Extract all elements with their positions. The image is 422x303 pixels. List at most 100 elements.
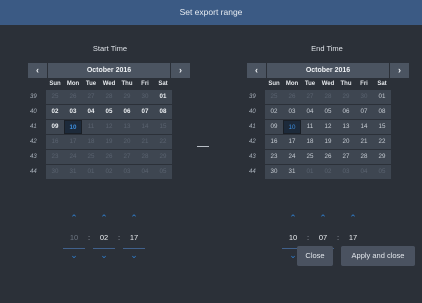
day-cell[interactable]: 29 [373,150,391,164]
day-cell[interactable]: 11 [301,120,319,134]
day-cell[interactable]: 18 [301,135,319,149]
day-cell[interactable]: 15 [154,120,172,134]
day-cell[interactable]: 12 [100,120,118,134]
day-cell[interactable]: 13 [118,120,136,134]
day-cell[interactable]: 14 [136,120,154,134]
hour-up-button[interactable]: ⌃ [63,212,85,225]
day-cell[interactable]: 17 [283,135,301,149]
day-cell[interactable]: 09 [46,120,64,134]
day-cell[interactable]: 08 [373,105,391,119]
day-cell[interactable]: 05 [373,165,391,179]
day-cell[interactable]: 30 [355,90,373,104]
day-cell[interactable]: 21 [136,135,154,149]
day-cell[interactable]: 26 [64,90,82,104]
day-cell[interactable]: 01 [154,90,172,104]
hour-input[interactable]: 10 [63,231,85,249]
day-cell[interactable]: 03 [337,165,355,179]
day-cell[interactable]: 05 [100,105,118,119]
minute-down-button[interactable]: ⌄ [93,249,115,262]
day-cell[interactable]: 26 [100,150,118,164]
day-cell[interactable]: 22 [373,135,391,149]
second-input[interactable]: 17 [123,231,145,249]
prev-month-button[interactable]: ‹ [247,63,266,78]
day-cell[interactable]: 29 [118,90,136,104]
day-cell[interactable]: 04 [136,165,154,179]
day-cell[interactable]: 29 [337,90,355,104]
day-cell[interactable]: 03 [283,105,301,119]
day-cell[interactable]: 23 [265,150,283,164]
day-cell[interactable]: 07 [136,105,154,119]
day-cell[interactable]: 30 [136,90,154,104]
day-cell[interactable]: 05 [319,105,337,119]
day-cell[interactable]: 08 [154,105,172,119]
day-cell[interactable]: 02 [319,165,337,179]
day-cell[interactable]: 27 [118,150,136,164]
day-cell[interactable]: 25 [46,90,64,104]
day-cell[interactable]: 16 [265,135,283,149]
day-cell[interactable]: 19 [319,135,337,149]
day-cell[interactable]: 12 [319,120,337,134]
day-cell[interactable]: 26 [283,90,301,104]
day-cell[interactable]: 03 [118,165,136,179]
day-cell[interactable]: 30 [46,165,64,179]
day-cell[interactable]: 20 [337,135,355,149]
day-cell[interactable]: 28 [355,150,373,164]
day-cell-selected[interactable]: 10 [283,120,301,134]
day-cell[interactable]: 28 [136,150,154,164]
day-cell[interactable]: 27 [82,90,100,104]
day-cell[interactable]: 31 [283,165,301,179]
day-cell[interactable]: 04 [301,105,319,119]
day-cell[interactable]: 04 [355,165,373,179]
day-cell[interactable]: 28 [100,90,118,104]
day-cell[interactable]: 26 [319,150,337,164]
day-cell[interactable]: 31 [64,165,82,179]
month-label[interactable]: October 2016 [267,63,389,78]
day-cell[interactable]: 01 [301,165,319,179]
hour-up-button[interactable]: ⌃ [282,212,304,225]
second-up-button[interactable]: ⌃ [342,212,364,225]
minute-up-button[interactable]: ⌃ [312,212,334,225]
day-cell[interactable]: 24 [64,150,82,164]
day-cell[interactable]: 16 [46,135,64,149]
day-cell[interactable]: 01 [373,90,391,104]
day-cell[interactable]: 02 [46,105,64,119]
day-cell[interactable]: 22 [154,135,172,149]
day-cell[interactable]: 24 [283,150,301,164]
day-cell-selected[interactable]: 10 [64,120,82,134]
day-cell[interactable]: 11 [82,120,100,134]
day-cell[interactable]: 18 [82,135,100,149]
day-cell[interactable]: 23 [46,150,64,164]
day-cell[interactable]: 30 [265,165,283,179]
next-month-button[interactable]: › [171,63,190,78]
day-cell[interactable]: 25 [82,150,100,164]
apply-and-close-button[interactable]: Apply and close [341,246,415,266]
day-cell[interactable]: 25 [265,90,283,104]
second-down-button[interactable]: ⌄ [123,249,145,262]
second-up-button[interactable]: ⌃ [123,212,145,225]
day-cell[interactable]: 06 [337,105,355,119]
day-cell[interactable]: 09 [265,120,283,134]
minute-input[interactable]: 02 [93,231,115,249]
day-cell[interactable]: 02 [100,165,118,179]
minute-up-button[interactable]: ⌃ [93,212,115,225]
next-month-button[interactable]: › [390,63,409,78]
day-cell[interactable]: 17 [64,135,82,149]
prev-month-button[interactable]: ‹ [28,63,47,78]
day-cell[interactable]: 27 [337,150,355,164]
day-cell[interactable]: 07 [355,105,373,119]
day-cell[interactable]: 05 [154,165,172,179]
day-cell[interactable]: 02 [265,105,283,119]
day-cell[interactable]: 20 [118,135,136,149]
day-cell[interactable]: 28 [319,90,337,104]
day-cell[interactable]: 27 [301,90,319,104]
day-cell[interactable]: 15 [373,120,391,134]
close-button[interactable]: Close [297,246,333,266]
day-cell[interactable]: 14 [355,120,373,134]
month-label[interactable]: October 2016 [48,63,170,78]
day-cell[interactable]: 13 [337,120,355,134]
day-cell[interactable]: 03 [64,105,82,119]
day-cell[interactable]: 25 [301,150,319,164]
day-cell[interactable]: 04 [82,105,100,119]
day-cell[interactable]: 01 [82,165,100,179]
day-cell[interactable]: 06 [118,105,136,119]
